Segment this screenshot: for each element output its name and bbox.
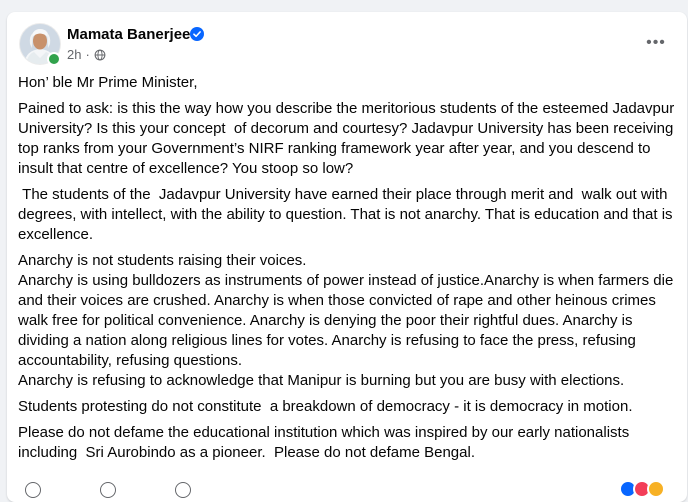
post-paragraph: Hon’ ble Mr Prime Minister, — [18, 74, 198, 91]
post-paragraph: Pained to ask: is this the way how you d… — [18, 100, 679, 177]
post-paragraph: Please do not defame the educational ins… — [18, 424, 634, 461]
post-paragraph: Students protesting do not constitute a … — [18, 398, 633, 415]
online-status-indicator — [47, 52, 61, 66]
post-paragraph: The students of the Jadavpur University … — [18, 186, 677, 243]
post-text: Hon’ ble Mr Prime Minister, Pained to as… — [18, 73, 683, 469]
post-timestamp[interactable]: 2h — [67, 47, 81, 62]
post-paragraph: Anarchy is not students raising their vo… — [18, 252, 674, 389]
post-card: Mamata Banerjee 2h · ••• Hon’ ble Mr Prim… — [7, 12, 687, 502]
post-meta: 2h · — [67, 47, 106, 62]
like-icon[interactable] — [25, 482, 41, 498]
post-actions-bar — [7, 478, 687, 502]
author-name[interactable]: Mamata Banerjee — [67, 26, 190, 43]
globe-icon[interactable] — [94, 49, 106, 61]
share-icon[interactable] — [175, 482, 191, 498]
more-options-icon[interactable]: ••• — [641, 32, 671, 54]
comment-icon[interactable] — [100, 482, 116, 498]
haha-reaction-icon[interactable] — [647, 480, 665, 498]
verified-badge-icon — [190, 27, 204, 41]
meta-separator: · — [85, 47, 90, 62]
post-header: Mamata Banerjee 2h · ••• — [7, 12, 687, 72]
